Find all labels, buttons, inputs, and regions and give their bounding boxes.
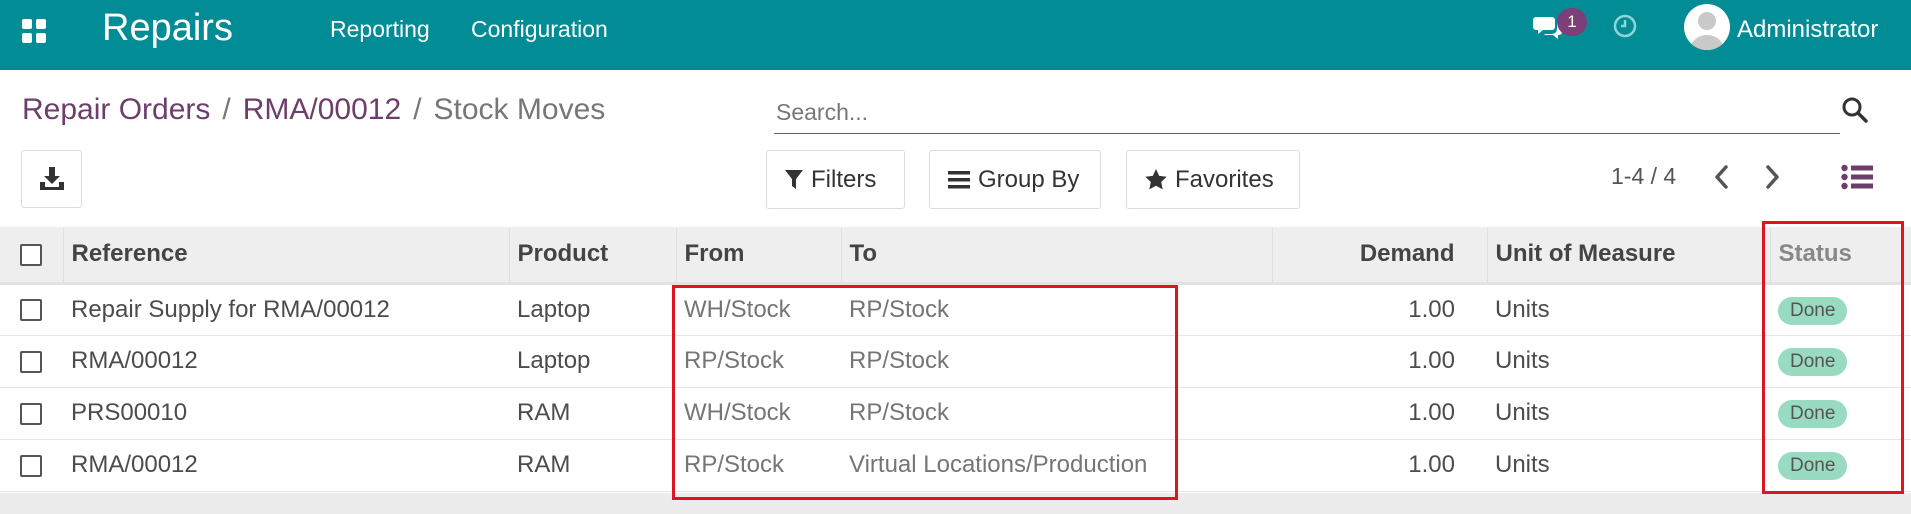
row-checkbox[interactable] xyxy=(20,299,42,322)
cell-uom: Units xyxy=(1487,335,1770,388)
cell-product: RAM xyxy=(509,387,676,440)
download-icon xyxy=(40,167,64,190)
filters-label: Filters xyxy=(811,165,877,193)
breadcrumb-current: Stock Moves xyxy=(433,93,606,126)
column-unit-of-measure[interactable]: Unit of Measure xyxy=(1487,227,1771,285)
row-select-cell xyxy=(0,439,63,492)
clock-icon[interactable] xyxy=(1612,13,1638,39)
row-checkbox[interactable] xyxy=(20,454,42,477)
column-demand[interactable]: Demand xyxy=(1272,227,1488,285)
breadcrumb-rma[interactable]: RMA/00012 xyxy=(243,93,401,126)
list-view-icon[interactable] xyxy=(1841,164,1873,190)
top-navbar: Repairs Reporting Configuration 1 Admini… xyxy=(0,0,1911,70)
row-checkbox[interactable] xyxy=(20,402,42,425)
row-select-cell xyxy=(0,335,63,388)
app-brand[interactable]: Repairs xyxy=(102,8,233,48)
user-name[interactable]: Administrator xyxy=(1737,16,1878,44)
row-select-cell xyxy=(0,283,63,336)
cell-demand: 1.00 xyxy=(1272,439,1487,492)
cell-product: Laptop xyxy=(509,283,676,336)
column-product[interactable]: Product xyxy=(509,227,677,285)
chevron-left-icon[interactable] xyxy=(1711,162,1733,192)
favorites-button[interactable]: Favorites xyxy=(1126,150,1300,209)
row-select-cell xyxy=(0,387,63,440)
menu-reporting[interactable]: Reporting xyxy=(330,16,430,43)
highlight-from-to-columns xyxy=(672,285,1178,500)
column-from[interactable]: From xyxy=(676,227,842,285)
breadcrumb: Repair Orders / RMA/00012 / Stock Moves xyxy=(22,92,605,128)
cell-product: RAM xyxy=(509,439,676,492)
select-all-cell xyxy=(0,227,64,285)
filter-icon xyxy=(785,169,803,189)
column-to[interactable]: To xyxy=(841,227,1273,285)
avatar[interactable] xyxy=(1684,4,1730,50)
apps-grid-icon[interactable] xyxy=(22,19,46,43)
chat-count-badge: 1 xyxy=(1557,8,1587,36)
cell-demand: 1.00 xyxy=(1272,283,1487,336)
cell-product: Laptop xyxy=(509,335,676,388)
table-header-row: Reference Product From To Demand Unit of… xyxy=(0,227,1911,285)
pager-value[interactable]: 1-4 / 4 xyxy=(1611,163,1676,190)
favorites-label: Favorites xyxy=(1175,165,1274,193)
cell-reference: RMA/00012 xyxy=(63,335,509,388)
column-reference[interactable]: Reference xyxy=(63,227,510,285)
select-all-checkbox[interactable] xyxy=(20,243,42,266)
highlight-status-column xyxy=(1762,221,1904,494)
export-button[interactable] xyxy=(21,150,82,208)
cell-reference: Repair Supply for RMA/00012 xyxy=(63,283,509,336)
cell-uom: Units xyxy=(1487,439,1770,492)
breadcrumb-separator: / xyxy=(222,93,231,126)
cell-uom: Units xyxy=(1487,283,1770,336)
cell-uom: Units xyxy=(1487,387,1770,440)
group-by-button[interactable]: Group By xyxy=(929,150,1101,209)
search-icon[interactable] xyxy=(1841,96,1869,124)
breadcrumb-separator: / xyxy=(413,93,422,126)
cell-demand: 1.00 xyxy=(1272,335,1487,388)
cell-reference: RMA/00012 xyxy=(63,439,509,492)
cell-demand: 1.00 xyxy=(1272,387,1487,440)
search-input[interactable] xyxy=(774,94,1774,130)
row-checkbox[interactable] xyxy=(20,350,42,373)
search-bar xyxy=(774,94,1840,134)
chevron-right-icon[interactable] xyxy=(1761,162,1783,192)
filters-button[interactable]: Filters xyxy=(766,150,905,209)
avatar-icon xyxy=(1690,12,1724,50)
menu-configuration[interactable]: Configuration xyxy=(471,16,608,43)
star-icon xyxy=(1145,169,1167,190)
group-by-label: Group By xyxy=(978,165,1080,193)
breadcrumb-repair-orders[interactable]: Repair Orders xyxy=(22,93,210,126)
list-lines-icon xyxy=(948,170,970,188)
cell-reference: PRS00010 xyxy=(63,387,509,440)
